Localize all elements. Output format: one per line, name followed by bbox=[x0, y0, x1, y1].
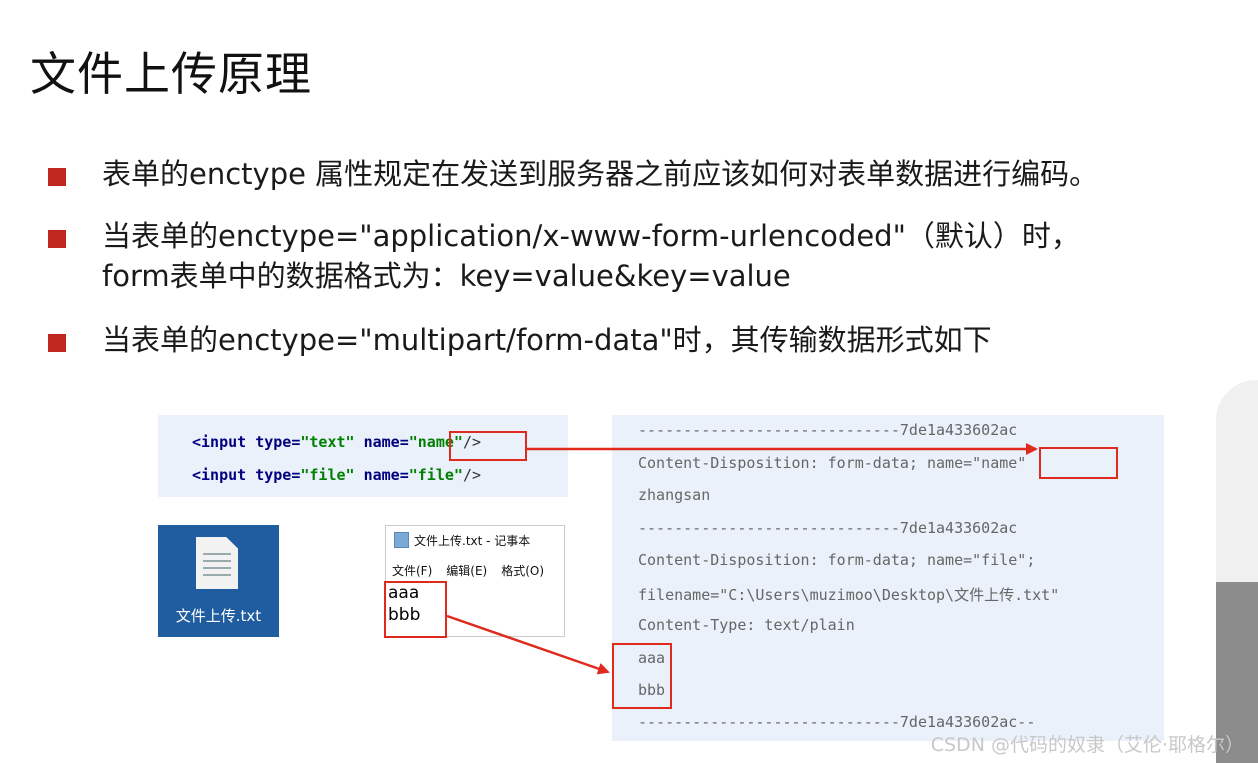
connector-arrows bbox=[446, 443, 1038, 675]
arrow-content-mapping bbox=[446, 614, 610, 675]
watermark: CSDN @代码的奴隶（艾伦·耶格尔） bbox=[930, 734, 1244, 756]
